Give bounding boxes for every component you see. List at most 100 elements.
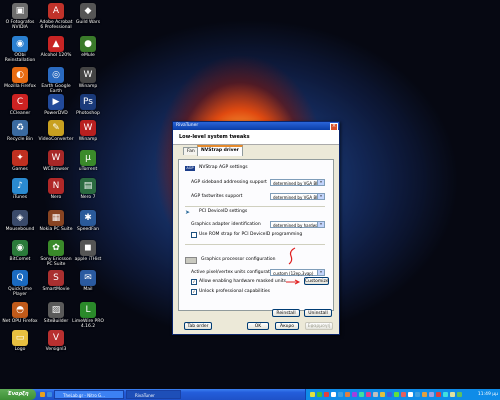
checkbox-box[interactable] bbox=[191, 232, 197, 238]
agp-sideband-value: determined by VGA BIOS bbox=[273, 181, 324, 186]
taskbar: Έναρξη TheLab.gr - Nitro G... RivaTuner … bbox=[0, 389, 500, 400]
app-icon: W bbox=[48, 150, 64, 166]
cancel-button[interactable]: Άκυρο bbox=[275, 322, 299, 330]
desktop-icon[interactable]: W Winamp bbox=[70, 120, 106, 142]
tray-icon[interactable] bbox=[422, 392, 427, 397]
tray-icon[interactable] bbox=[317, 392, 322, 397]
desktop-icon[interactable]: ✎ VideoConverter bbox=[38, 120, 74, 142]
agp-sideband-select[interactable]: determined by VGA BIOS ▾ bbox=[270, 179, 325, 186]
task-rivatuner[interactable]: RivaTuner bbox=[126, 390, 181, 399]
active-units-select[interactable]: custom (12ep,3vap) ▾ bbox=[270, 269, 325, 276]
desktop-icon[interactable]: ▭ Logo bbox=[2, 330, 38, 352]
tray-icon[interactable] bbox=[408, 392, 413, 397]
desktop-icon-label: Net OPU Firefox bbox=[2, 319, 38, 324]
quicklaunch-browser-icon[interactable] bbox=[47, 392, 52, 397]
quicklaunch-desktop-icon[interactable] bbox=[40, 392, 45, 397]
adapter-id-select[interactable]: determined by hardware ▾ bbox=[270, 221, 325, 228]
desktop-icon[interactable]: A Adobe Acrobat 6 Professional bbox=[38, 3, 74, 30]
desktop-icon-label: Mozilla Firefox bbox=[4, 84, 36, 89]
window-titlebar[interactable]: RivaTuner × bbox=[173, 122, 339, 131]
desktop-icon[interactable]: ▦ Nokia PC Suite bbox=[38, 210, 74, 232]
desktop-icon[interactable]: ✿ Sony Ericsson PC Suite bbox=[38, 240, 74, 267]
desktop-icon[interactable]: ◓ Net OPU Firefox bbox=[2, 302, 38, 324]
app-icon: ▦ bbox=[48, 210, 64, 226]
checkbox-box[interactable]: ✓ bbox=[191, 279, 197, 285]
tray-icon[interactable] bbox=[380, 392, 385, 397]
tray-icon[interactable] bbox=[436, 392, 441, 397]
tray-icon[interactable] bbox=[387, 392, 392, 397]
task-thelab[interactable]: TheLab.gr - Nitro G... bbox=[54, 390, 124, 399]
tray-icon[interactable] bbox=[338, 392, 343, 397]
section-title: Graphics processor configuration bbox=[201, 257, 276, 262]
tray-icon[interactable] bbox=[394, 392, 399, 397]
customize-button[interactable]: Customize bbox=[304, 277, 329, 285]
desktop-icon[interactable]: ◆ Guild Wars bbox=[70, 3, 106, 25]
unlock-professional-checkbox[interactable]: ✓ Unlock professional capabilities bbox=[191, 289, 270, 295]
desktop-icon[interactable]: ✱ SpeedFan bbox=[70, 210, 106, 232]
desktop-icon-label: eMule bbox=[81, 53, 95, 58]
desktop-icon[interactable]: Q QuickTime Player bbox=[2, 270, 38, 297]
allow-masked-checkbox[interactable]: ✓ Allow enabling hardware masked units bbox=[191, 279, 286, 285]
chevron-down-icon[interactable]: ▾ bbox=[317, 180, 324, 185]
desktop-icon[interactable]: ▲ Alcohol 120% bbox=[38, 36, 74, 58]
desktop-icon-label: Nero 7 bbox=[80, 195, 96, 200]
tray-icon[interactable] bbox=[310, 392, 315, 397]
ok-button[interactable]: OK bbox=[247, 322, 269, 330]
system-tray: 11:49 μμ bbox=[305, 389, 500, 400]
desktop-icon[interactable]: ◉ BitComet bbox=[2, 240, 38, 262]
close-icon[interactable]: × bbox=[330, 123, 338, 131]
chevron-down-icon[interactable]: ▾ bbox=[317, 194, 324, 199]
desktop-icon-label: SpeedFan bbox=[77, 227, 99, 232]
app-icon: ◼ bbox=[80, 240, 96, 256]
desktop-icon[interactable]: ▣ O Fotografos NVIDIA bbox=[2, 3, 38, 30]
tab-order-button[interactable]: Tab order bbox=[184, 322, 212, 330]
desktop-icon[interactable]: ✉ Mail bbox=[70, 270, 106, 292]
tray-icon[interactable] bbox=[345, 392, 350, 397]
tray-icon[interactable] bbox=[352, 392, 357, 397]
desktop-icon[interactable]: L LimeWire PRO 4.16.2 bbox=[70, 302, 106, 329]
tray-icon[interactable] bbox=[443, 392, 448, 397]
desktop-icon[interactable]: W WCBrowser bbox=[38, 150, 74, 172]
chevron-down-icon[interactable]: ▾ bbox=[317, 222, 324, 227]
desktop-icon[interactable]: ◉ OObi Reinstallation bbox=[2, 36, 38, 63]
desktop-icon[interactable]: ▶ PowerDVD bbox=[38, 94, 74, 116]
desktop-icon[interactable]: W Winamp bbox=[70, 67, 106, 89]
tray-icon[interactable] bbox=[359, 392, 364, 397]
desktop-icon[interactable]: ● eMule bbox=[70, 36, 106, 58]
checkbox-box[interactable]: ✓ bbox=[191, 289, 197, 295]
desktop-icon[interactable]: S SmartMovie bbox=[38, 270, 74, 292]
start-button[interactable]: Έναρξη bbox=[0, 389, 36, 400]
desktop-icon[interactable]: C CCleaner bbox=[2, 94, 38, 116]
desktop-icon[interactable]: ✦ Games bbox=[2, 150, 38, 172]
rom-strap-checkbox[interactable]: Use ROM strap for PCI DeviceID programmi… bbox=[191, 232, 302, 238]
desktop-icon[interactable]: ♻ Recycle Bin bbox=[2, 120, 38, 142]
agp-fastwrites-select[interactable]: determined by VGA BIOS ▾ bbox=[270, 193, 325, 200]
desktop-icon[interactable]: V Versignl3 bbox=[38, 330, 74, 352]
apply-button[interactable]: Εφαρμογή bbox=[305, 322, 333, 330]
desktop-icon[interactable]: ▨ SiteBuilder bbox=[38, 302, 74, 324]
section-nvstrap-agp: AGP NVStrap AGP settings bbox=[185, 164, 248, 172]
desktop-icon[interactable]: µ uTorrent bbox=[70, 150, 106, 172]
desktop-icon[interactable]: Ps Photoshop bbox=[70, 94, 106, 116]
desktop-icon[interactable]: N Nero bbox=[38, 178, 74, 200]
tray-icon[interactable] bbox=[366, 392, 371, 397]
uninstall-button[interactable]: Uninstall bbox=[304, 309, 332, 317]
chevron-down-icon[interactable]: ▾ bbox=[317, 270, 324, 275]
desktop-icon[interactable]: ◐ Mozilla Firefox bbox=[2, 67, 38, 89]
tray-icon[interactable] bbox=[401, 392, 406, 397]
tray-icon[interactable] bbox=[457, 392, 462, 397]
desktop-icon[interactable]: ◼ apple iTHist bbox=[70, 240, 106, 262]
reinstall-button[interactable]: Reinstall bbox=[272, 309, 300, 317]
tray-icon[interactable] bbox=[450, 392, 455, 397]
desktop-icon[interactable]: ▤ Nero 7 bbox=[70, 178, 106, 200]
desktop-icon[interactable]: ◈ Mousebound bbox=[2, 210, 38, 232]
tray-icon[interactable] bbox=[373, 392, 378, 397]
tray-icon[interactable] bbox=[415, 392, 420, 397]
tab-nvstrap-driver[interactable]: NVStrap driver bbox=[197, 145, 243, 156]
tray-icon[interactable] bbox=[324, 392, 329, 397]
desktop-icon[interactable]: ♪ iTunes bbox=[2, 178, 38, 200]
tray-icon[interactable] bbox=[429, 392, 434, 397]
desktop-icon[interactable]: ◎ Earth Google Earth bbox=[38, 67, 74, 94]
tray-icon[interactable] bbox=[331, 392, 336, 397]
tab-strip: Fan NVStrap driver bbox=[173, 145, 339, 156]
